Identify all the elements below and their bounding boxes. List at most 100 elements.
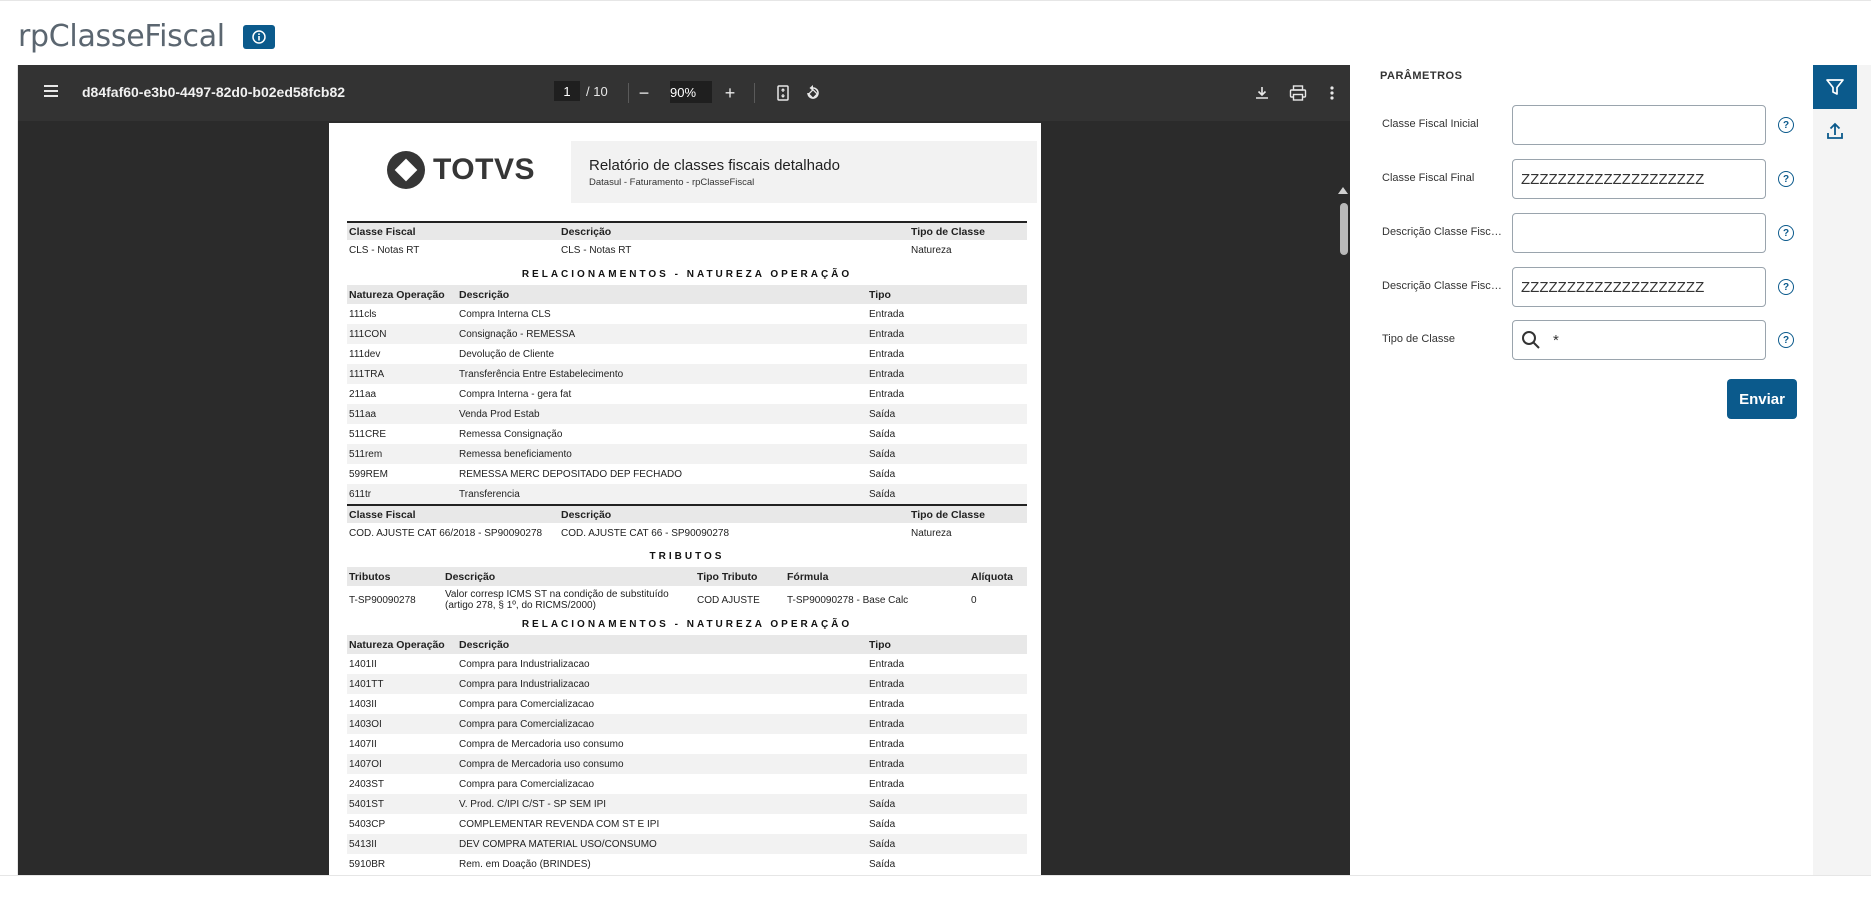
table-row: 5413II DEV COMPRA MATERIAL USO/CONSUMO Saí… [347, 834, 1027, 854]
param-descricao-final: Descrição Classe Fisca... ? [1382, 267, 1802, 309]
viewer-toolbar: d84faf60-e3b0-4497-82d0-b02ed58fcb82 / 1… [18, 65, 1350, 121]
tipo-de-classe-lookup[interactable]: * [1512, 320, 1766, 360]
table-cell: 1407OI [349, 758, 382, 770]
page-number-input[interactable] [554, 81, 580, 101]
help-icon[interactable]: ? [1778, 117, 1794, 133]
field-label: Descrição Classe Fisca... [1382, 226, 1504, 238]
classe-fiscal-inicial-input[interactable] [1512, 105, 1766, 145]
table-cell: 1407II [349, 738, 377, 750]
table-cell: Entrada [869, 368, 905, 380]
pdf-page: TOTVS Relatório de classes fiscais detal… [329, 123, 1041, 875]
info-button[interactable] [242, 24, 275, 49]
table-cell: 2403ST [349, 778, 385, 790]
viewer-scrollbar[interactable] [1336, 121, 1350, 875]
nature-table: Natureza Operação Descrição Tipo 1401II C… [347, 635, 1027, 874]
table-row: 1401II Compra para Industrializacao Entrad… [347, 654, 1027, 674]
logo-icon [387, 151, 425, 189]
page-total: / 10 [586, 83, 608, 99]
parameters-panel: PARÂMETROS Classe Fiscal Inicial ? Class… [1370, 65, 1805, 875]
zoom-out-icon[interactable]: − [632, 81, 656, 105]
table-cell: COD. AJUSTE CAT 66/2018 - SP90090278 [349, 527, 543, 539]
table-cell: Remessa beneficiamento [459, 448, 572, 460]
table-cell: Saída [869, 448, 896, 460]
table-cell: 1403II [349, 698, 377, 710]
menu-icon[interactable] [40, 82, 62, 104]
table-cell: Entrada [869, 308, 905, 320]
scroll-up-icon[interactable] [1338, 187, 1348, 194]
help-icon[interactable]: ? [1778, 171, 1794, 187]
help-icon[interactable]: ? [1778, 225, 1794, 241]
table-cell: Remessa Consignação [459, 428, 563, 440]
zoom-in-icon[interactable]: + [718, 81, 742, 105]
table-cell: 111CON [349, 328, 387, 340]
table-row: 5910BR Rem. em Doação (BRINDES) Saída [347, 854, 1027, 874]
zoom-input[interactable] [670, 81, 712, 103]
table-cell: Transferencia [459, 488, 520, 500]
table-cell: Saída [869, 798, 896, 810]
param-descricao-inicial: Descrição Classe Fisca... ? [1382, 213, 1802, 255]
table-cell: 1401II [349, 658, 377, 670]
help-icon[interactable]: ? [1778, 332, 1794, 348]
table-cell: Valor corresp ICMS ST na condição de sub… [445, 589, 669, 611]
send-button[interactable]: Enviar [1727, 379, 1797, 419]
table-row: 5403CP COMPLEMENTAR REVENDA COM ST E IPI S… [347, 814, 1027, 834]
divider [0, 875, 1871, 876]
table-cell: 111dev [349, 348, 381, 360]
param-classe-fiscal-inicial: Classe Fiscal Inicial ? [1382, 105, 1802, 147]
more-icon[interactable] [1320, 81, 1344, 105]
info-icon [252, 29, 266, 44]
table-row: 5401ST V. Prod. C/IPI C/ST - SP SEM IPI Sa… [347, 794, 1027, 814]
rotate-icon[interactable] [801, 81, 825, 105]
column-header: Classe Fiscal [349, 225, 416, 238]
table-row: 1401TT Compra para Industrializacao Entrad… [347, 674, 1027, 694]
table-row: 611tr Transferencia Saída [347, 484, 1027, 504]
table-cell: 0 [971, 594, 977, 606]
table-cell: 1401TT [349, 678, 384, 690]
table-cell: Entrada [869, 778, 905, 790]
filter-button[interactable] [1813, 65, 1857, 109]
table-cell: Natureza [911, 527, 952, 539]
class-table: Classe Fiscal Descrição Tipo de Classe C… [347, 221, 1027, 260]
table-cell: 211aa [349, 388, 377, 400]
download-icon[interactable] [1250, 81, 1274, 105]
tipo-de-classe-value: * [1553, 331, 1559, 349]
help-icon[interactable]: ? [1778, 279, 1794, 295]
table-row: COD. AJUSTE CAT 66/2018 - SP90090278 COD… [347, 523, 1027, 543]
table-cell: Entrada [869, 698, 905, 710]
page-title: rpClasseFiscal [18, 19, 225, 54]
descricao-inicial-input[interactable] [1512, 213, 1766, 253]
table-cell: Compra para Industrializacao [459, 678, 590, 690]
logo-text: TOTVS [433, 153, 535, 186]
column-header: Classe Fiscal [349, 508, 416, 521]
table-cell: 599REM [349, 468, 388, 480]
table-cell: 611tr [349, 488, 372, 500]
table-cell: Compra para Comercializacao [459, 718, 595, 730]
column-header: Tipo de Classe [911, 508, 985, 521]
fit-page-icon[interactable] [771, 81, 795, 105]
print-icon[interactable] [1286, 81, 1310, 105]
classe-fiscal-final-input[interactable] [1512, 159, 1766, 199]
table-cell: Compra de Mercadoria uso consumo [459, 738, 624, 750]
table-row: 2403ST Compra para Comercializacao Entrada [347, 774, 1027, 794]
file-name: d84faf60-e3b0-4497-82d0-b02ed58fcb82 [82, 84, 346, 100]
page: rpClasseFiscal d84faf60-e3b0-4497-82d0-b… [0, 0, 1871, 903]
table-cell: Compra para Comercializacao [459, 778, 595, 790]
table-cell: Compra para Comercializacao [459, 698, 595, 710]
table-cell: 111cls [349, 308, 377, 320]
table-cell: COD AJUSTE [697, 594, 760, 606]
table-cell: CLS - Notas RT [349, 244, 420, 256]
table-cell: CLS - Notas RT [561, 244, 632, 256]
descricao-final-input[interactable] [1512, 267, 1766, 307]
toolbar-divider [628, 83, 629, 103]
upload-button[interactable] [1813, 109, 1857, 153]
table-cell: Saída [869, 818, 896, 830]
table-cell: Natureza [911, 244, 952, 256]
table-cell: Saída [869, 488, 896, 500]
scroll-thumb[interactable] [1340, 203, 1348, 255]
table-cell: Consignação - REMESSA [459, 328, 576, 340]
report-title: Relatório de classes fiscais detalhado [589, 157, 840, 174]
table-row: 511CRE Remessa Consignação Saída [347, 424, 1027, 444]
column-header: Tipo [869, 288, 891, 301]
table-cell: 5413II [349, 838, 377, 850]
table-cell: 5403CP [349, 818, 386, 830]
